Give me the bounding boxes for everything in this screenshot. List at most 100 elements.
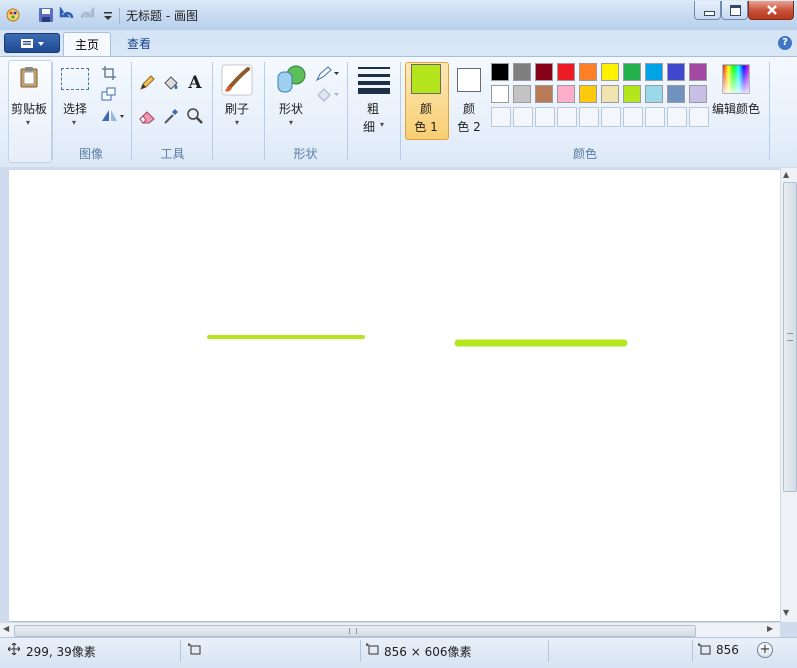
scroll-up-arrow-icon[interactable]: ▲ — [783, 170, 789, 179]
custom-color-slot[interactable] — [579, 107, 599, 127]
color2-swatch[interactable] — [457, 68, 481, 92]
crop-icon[interactable] — [99, 63, 119, 83]
paint-app-icon[interactable] — [5, 7, 21, 23]
size-dropdown-icon[interactable]: ▾ — [380, 120, 384, 129]
rotate-icon[interactable] — [99, 106, 125, 126]
color2-label-line2[interactable]: 色 2 — [449, 118, 489, 135]
tab-home[interactable]: 主页 — [63, 32, 111, 56]
palette-color-swatch[interactable] — [513, 63, 531, 81]
custom-color-slot[interactable] — [491, 107, 511, 127]
select-icon[interactable] — [61, 68, 89, 90]
cursor-position-icon — [7, 642, 21, 658]
size-label-line1[interactable]: 粗 — [354, 100, 392, 117]
clipboard-icon — [18, 66, 40, 88]
status-separator — [548, 640, 549, 662]
redo-icon[interactable] — [79, 5, 95, 23]
window-title: 无标题 - 画图 — [126, 9, 198, 23]
select-dropdown-icon[interactable]: ▾ — [72, 118, 76, 127]
tab-view[interactable]: 查看 — [115, 32, 163, 56]
palette-color-swatch[interactable] — [667, 63, 685, 81]
group-separator — [769, 62, 770, 160]
palette-color-swatch[interactable] — [513, 85, 531, 103]
vertical-scrollbar[interactable] — [780, 168, 797, 622]
zoom-icon — [698, 643, 712, 658]
palette-color-swatch[interactable] — [645, 63, 663, 81]
status-separator — [360, 640, 361, 662]
text-icon[interactable]: A — [185, 73, 205, 93]
horizontal-scrollbar[interactable] — [0, 622, 780, 638]
brush-icon[interactable] — [221, 64, 253, 96]
shapes-dropdown-icon[interactable]: ▾ — [289, 118, 293, 127]
group-separator — [400, 62, 401, 160]
status-separator — [180, 640, 181, 662]
custom-color-slot[interactable] — [557, 107, 577, 127]
close-button[interactable] — [748, 1, 794, 20]
outline-icon[interactable] — [314, 64, 340, 84]
custom-color-slot[interactable] — [667, 107, 687, 127]
palette-color-swatch[interactable] — [491, 85, 509, 103]
undo-icon[interactable] — [59, 5, 75, 23]
application-menu-button[interactable] — [4, 33, 60, 53]
shapes-icon[interactable] — [275, 64, 307, 96]
color1-label-line2: 色 1 — [414, 120, 438, 134]
status-separator — [692, 640, 693, 662]
palette-color-swatch[interactable] — [689, 85, 707, 103]
select-label[interactable]: 选择 — [56, 100, 94, 117]
palette-color-swatch[interactable] — [535, 85, 553, 103]
palette-color-swatch[interactable] — [491, 63, 509, 81]
zoom-level: 856 — [716, 643, 739, 657]
brushes-label[interactable]: 刷子 — [217, 100, 257, 117]
cursor-position: 299, 39像素 — [26, 645, 96, 659]
custom-color-slot[interactable] — [601, 107, 621, 127]
maximize-button[interactable] — [721, 1, 748, 20]
custom-color-slot[interactable] — [623, 107, 643, 127]
palette-color-swatch[interactable] — [601, 85, 619, 103]
group-separator — [212, 62, 213, 160]
edit-colors-icon[interactable] — [722, 64, 750, 94]
color-picker-icon[interactable] — [161, 106, 181, 126]
custom-color-slot[interactable] — [513, 107, 533, 127]
horizontal-scroll-thumb[interactable] — [14, 625, 696, 637]
clipboard-dropdown-icon: ▾ — [26, 118, 31, 127]
size-icon[interactable] — [358, 66, 390, 94]
palette-color-swatch[interactable] — [601, 63, 619, 81]
palette-color-swatch[interactable] — [579, 63, 597, 81]
group-separator — [264, 62, 265, 160]
group-separator — [52, 62, 53, 160]
brushes-dropdown-icon[interactable]: ▾ — [235, 118, 239, 127]
magnifier-icon[interactable] — [185, 106, 205, 126]
palette-color-swatch[interactable] — [689, 63, 707, 81]
custom-color-slot[interactable] — [535, 107, 555, 127]
color2-label-line1[interactable]: 颜 — [449, 100, 489, 117]
image-group-label: 图像 — [78, 147, 103, 161]
save-icon[interactable] — [38, 7, 54, 23]
scroll-right-arrow-icon[interactable]: ▶ — [767, 624, 773, 633]
palette-color-swatch[interactable] — [557, 63, 575, 81]
palette-color-swatch[interactable] — [667, 85, 685, 103]
palette-color-swatch[interactable] — [579, 85, 597, 103]
edit-colors-label[interactable]: 编辑颜色 — [708, 100, 764, 117]
minimize-button[interactable] — [694, 1, 721, 20]
selection-size-icon — [188, 643, 202, 658]
palette-color-swatch[interactable] — [557, 85, 575, 103]
zoom-in-button[interactable]: + — [757, 642, 773, 658]
scroll-left-arrow-icon[interactable]: ◀ — [3, 624, 9, 633]
custom-color-slot[interactable] — [645, 107, 665, 127]
palette-color-swatch[interactable] — [623, 63, 641, 81]
drawing-canvas[interactable] — [9, 170, 780, 621]
eraser-icon[interactable] — [137, 106, 157, 126]
custom-color-slot[interactable] — [689, 107, 709, 127]
quick-access-dropdown-icon[interactable] — [100, 7, 116, 23]
scroll-down-arrow-icon[interactable]: ▼ — [783, 608, 789, 617]
palette-color-swatch[interactable] — [535, 63, 553, 81]
shapes-label[interactable]: 形状 — [270, 100, 312, 117]
vertical-scroll-thumb[interactable] — [783, 182, 797, 492]
help-icon[interactable]: ? — [778, 36, 792, 50]
fill-bucket-icon[interactable] — [161, 73, 181, 93]
resize-icon[interactable] — [99, 85, 119, 105]
fill-icon[interactable] — [314, 85, 340, 105]
pencil-icon[interactable] — [137, 73, 157, 93]
color1-label-line1: 颜 — [419, 102, 432, 116]
palette-color-swatch[interactable] — [623, 85, 641, 103]
palette-color-swatch[interactable] — [645, 85, 663, 103]
